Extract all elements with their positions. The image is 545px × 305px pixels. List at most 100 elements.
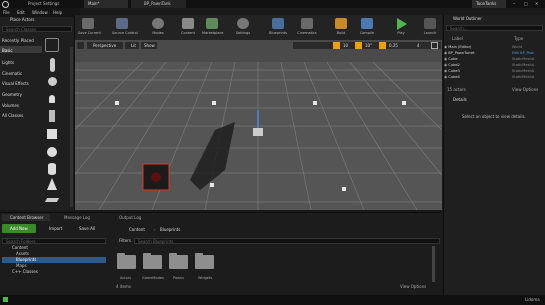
add-new-button[interactable]: Add New [2, 224, 36, 233]
content-button[interactable]: Content [178, 16, 198, 38]
settings-button[interactable]: Settings [233, 16, 253, 38]
plane-icon[interactable] [44, 193, 60, 207]
empty-character-icon[interactable] [45, 58, 59, 72]
perspective-button[interactable]: Perspective [87, 42, 123, 49]
details-empty-message: Select an object to view details. [462, 114, 526, 119]
outliner-row-type[interactable]: Edit BP_Paw [512, 51, 534, 55]
tab-content-browser[interactable]: Content Browser [2, 214, 50, 221]
rotation-snap-toggle[interactable] [355, 42, 362, 49]
save-current-button[interactable]: Save Current [78, 16, 101, 38]
close-icon[interactable]: ✕ [535, 2, 538, 6]
show-button[interactable]: Show [141, 42, 157, 49]
menu-help[interactable]: Help [53, 11, 62, 15]
tab-message-log[interactable]: Message Log [56, 214, 104, 221]
save-all-button[interactable]: Save All [70, 224, 100, 233]
items-count: 4 items [116, 284, 131, 289]
category-recently-placed[interactable]: Recently Placed [2, 38, 42, 43]
outliner-row[interactable]: ◉ BP_PawnTurret [444, 51, 475, 55]
tree-content[interactable]: Content [12, 246, 28, 250]
breadcrumb-content[interactable]: Content [129, 228, 145, 232]
tab-main[interactable]: Main* [84, 0, 128, 8]
rotation-snap-value[interactable]: 10° [365, 43, 372, 48]
search-assets-input[interactable]: Search Blueprints [134, 238, 440, 244]
tree-maps[interactable]: Maps [16, 264, 27, 268]
play-icon [397, 18, 407, 30]
folder-gamemodes-icon[interactable] [143, 253, 162, 269]
show-label: Show [144, 42, 155, 48]
empty-pawn-icon[interactable] [45, 75, 59, 89]
category-basic[interactable]: Basic [2, 48, 42, 53]
outliner-row[interactable]: ◉ Cube4 [444, 75, 460, 79]
content-scrollbar[interactable] [432, 246, 435, 282]
tree-cpp-classes[interactable]: C++ Classes [12, 270, 38, 274]
source-control-button[interactable]: Source Control [112, 16, 138, 38]
filters-button[interactable]: Filters [119, 239, 131, 243]
outliner-col-label[interactable]: Label [452, 37, 463, 41]
cinematics-button[interactable]: Cinematics [297, 16, 317, 38]
category-cinematic[interactable]: Cinematic [2, 71, 42, 76]
marketplace-button[interactable]: Marketplace [202, 16, 223, 38]
launch-button[interactable]: Launch [420, 16, 440, 38]
search-folders-input[interactable]: Search Folders [2, 238, 106, 244]
panel-scrollbar[interactable] [70, 47, 73, 207]
outliner-col-type[interactable]: Type [514, 37, 523, 41]
sphere-icon[interactable] [45, 145, 59, 159]
viewport-menu-icon[interactable] [77, 42, 84, 49]
cube-icon[interactable] [45, 127, 59, 141]
breadcrumb-blueprints[interactable]: Blueprints [160, 228, 180, 232]
pawn-tank-selected[interactable] [142, 163, 170, 191]
cone-icon[interactable] [45, 177, 59, 191]
minimize-icon[interactable]: – [513, 2, 515, 6]
blueprints-button[interactable]: Blueprints [268, 16, 288, 38]
tab-bp-pawntank[interactable]: BP_PawnTank [131, 0, 186, 8]
folder-widgets-icon[interactable] [195, 253, 214, 269]
cylinder-icon[interactable] [45, 162, 59, 176]
modes-button[interactable]: Modes [148, 16, 168, 38]
menu-file[interactable]: File [3, 11, 10, 15]
point-light-icon[interactable] [45, 92, 59, 106]
outliner-row[interactable]: ◉ Cube2 [444, 63, 460, 67]
save-current-label: Save Current [78, 31, 101, 35]
scale-snap-toggle[interactable] [379, 42, 386, 49]
scale-snap-value[interactable]: 0.25 [389, 43, 398, 48]
maximize-icon[interactable]: □ [524, 2, 528, 6]
lit-button[interactable]: Lit [125, 42, 139, 49]
category-volumes[interactable]: Volumes [2, 103, 42, 108]
category-all-classes[interactable]: All Classes [2, 113, 42, 118]
maximize-viewport-icon[interactable] [431, 42, 438, 49]
tab-output-log[interactable]: Output Log [111, 214, 159, 221]
level-viewport[interactable]: Perspective Lit Show 10 10° 0.25 4 [75, 40, 442, 210]
empty-actor-icon[interactable] [45, 38, 59, 52]
menu-edit[interactable]: Edit [17, 11, 25, 15]
grid-snap-toggle[interactable] [333, 42, 340, 49]
search-classes-input[interactable]: Search Classes [2, 26, 72, 32]
category-lights[interactable]: Lights [2, 60, 42, 65]
category-visual-effects[interactable]: Visual Effects [2, 81, 42, 86]
project-name-badge: ToonTanks [472, 0, 506, 8]
grid-snap-value[interactable]: 10 [343, 43, 348, 48]
build-button[interactable]: Build [331, 16, 351, 38]
lit-label: Lit [131, 42, 136, 48]
menu-window[interactable]: Window [32, 11, 48, 15]
status-bar: Lidoma [0, 295, 545, 305]
outliner-view-options[interactable]: View Options [512, 88, 538, 92]
viewport-scene[interactable] [75, 40, 442, 210]
outliner-row[interactable]: ◉ Cube [444, 57, 458, 61]
tab-project-settings[interactable]: Project Settings [28, 2, 59, 6]
outliner-search-input[interactable]: Search... [446, 25, 543, 31]
player-start-icon[interactable] [45, 109, 59, 123]
camera-speed-value[interactable]: 4 [417, 43, 420, 48]
content-view-options[interactable]: View Options [400, 285, 426, 289]
compile-button[interactable]: Compile [357, 16, 377, 38]
compile-icon [361, 18, 373, 29]
tree-blueprints[interactable]: Blueprints [16, 258, 36, 262]
play-button[interactable]: Play [391, 16, 411, 38]
category-geometry[interactable]: Geometry [2, 92, 42, 97]
outliner-row[interactable]: ◉ Cube3 [444, 69, 460, 73]
folder-actors-icon[interactable] [117, 253, 136, 269]
outliner-row-label: Main (Editor) [448, 45, 472, 49]
import-button[interactable]: Import [40, 224, 68, 233]
outliner-row[interactable]: ◉ Main (Editor) [444, 45, 471, 49]
tree-assets[interactable]: Assets [16, 252, 29, 256]
folder-pawns-icon[interactable] [169, 253, 188, 269]
